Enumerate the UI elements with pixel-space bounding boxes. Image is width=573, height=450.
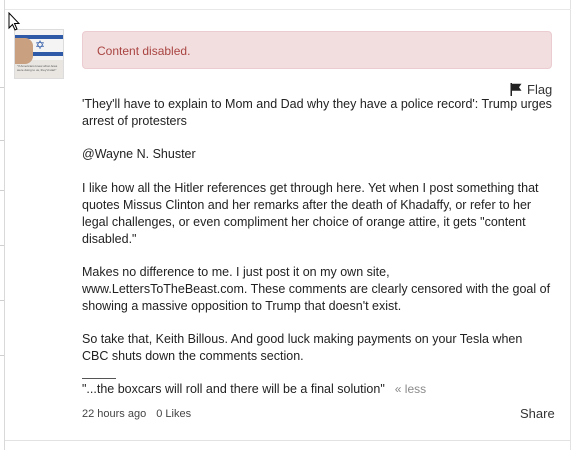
share-button[interactable]: Share (520, 406, 555, 422)
flag-label: Flag (527, 81, 553, 97)
top-divider (5, 9, 571, 10)
comment-meta: 22 hours ago 0 Likes (82, 406, 191, 422)
left-border (4, 0, 5, 450)
left-tick (0, 300, 4, 301)
right-border (570, 0, 571, 450)
timestamp: 22 hours ago (82, 408, 147, 420)
comment-body: 'They'll have to explain to Mom and Dad … (82, 96, 552, 381)
likes-count[interactable]: 0 Likes (156, 406, 191, 422)
left-tick (0, 87, 4, 88)
comment-paragraph: Makes no difference to me. I just post i… (82, 265, 551, 313)
mouse-cursor-icon (8, 12, 20, 31)
less-link[interactable]: « less (395, 382, 426, 396)
left-tick (0, 245, 4, 246)
comment-paragraph: I like how all the Hitler references get… (82, 181, 539, 246)
left-tick (0, 190, 4, 191)
signature-separator (82, 378, 116, 379)
bottom-divider (5, 440, 571, 441)
avatar-caption: "If Americans knew what Jews were doing … (17, 64, 58, 72)
comment-mention: @Wayne N. Shuster (82, 147, 196, 161)
flag-icon (510, 82, 522, 96)
content-disabled-alert: Content disabled. (82, 31, 552, 69)
comment-headline: 'They'll have to explain to Mom and Dad … (82, 97, 552, 128)
left-tick (0, 355, 4, 356)
comment-paragraph: So take that, Keith Billous. And good lu… (82, 332, 523, 363)
signature-text: "...the boxcars will roll and there will… (82, 382, 385, 396)
signature-line: "...the boxcars will roll and there will… (82, 381, 426, 398)
flag-button[interactable]: Flag (510, 81, 552, 97)
star-of-david-icon: ✡ (35, 38, 46, 52)
avatar[interactable]: ✡ "If Americans knew what Jews were doin… (14, 29, 64, 79)
left-tick (0, 140, 4, 141)
